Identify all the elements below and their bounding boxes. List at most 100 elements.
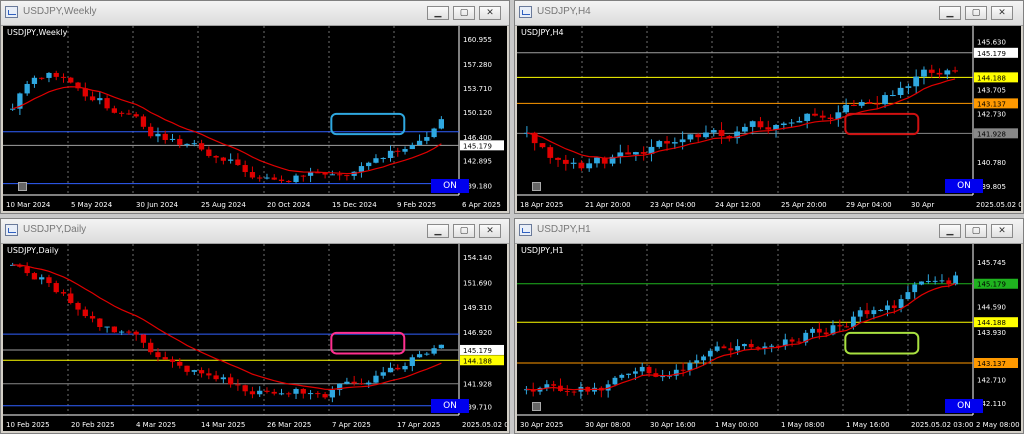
candle: [952, 70, 958, 72]
candle: [878, 309, 884, 311]
candle: [586, 163, 593, 169]
minimize-button[interactable]: ▁: [427, 224, 449, 238]
candle: [402, 365, 408, 370]
price-label: 151.690: [463, 279, 492, 287]
candle: [889, 95, 896, 97]
price-label: 143.137: [977, 360, 1006, 368]
date-label: 20 Feb 2025: [71, 421, 115, 429]
candle: [387, 367, 394, 373]
zone-rectangle: [844, 331, 920, 355]
maximize-button[interactable]: ▢: [453, 224, 475, 238]
window-titlebar[interactable]: USDJPY,H1 ▁ ▢ ✕: [515, 219, 1023, 244]
date-label: 30 Apr 2025: [520, 421, 563, 429]
chart-window-h1[interactable]: USDJPY,H1 ▁ ▢ ✕ 145.745 145.179 144.590 144…: [514, 218, 1024, 434]
candle: [742, 344, 747, 347]
candle: [344, 175, 350, 177]
candle: [874, 103, 881, 105]
candle: [395, 367, 401, 370]
date-label: 9 Feb 2025: [397, 201, 436, 209]
price-chart[interactable]: 154.140 151.690 149.310 146.920 145.179 144.1…: [3, 244, 507, 431]
candle: [913, 76, 920, 87]
candle: [191, 143, 197, 145]
candle: [680, 369, 686, 371]
symbol-label: USDJPY,Daily: [7, 246, 59, 255]
window-titlebar[interactable]: USDJPY,H4 ▁ ▢ ✕: [515, 1, 1023, 26]
chart-window-h4[interactable]: USDJPY,H4 ▁ ▢ ✕ 145.630 145.179 144.188 143…: [514, 0, 1024, 214]
price-chart[interactable]: 145.745 145.179 144.590 144.188 143.930 143.1…: [517, 244, 1021, 431]
candle: [140, 116, 147, 127]
date-label: 25 Apr 20:00: [781, 201, 827, 209]
candle: [858, 102, 865, 106]
price-label: 143.137: [977, 100, 1006, 108]
candle: [594, 157, 600, 164]
chart-window-weekly[interactable]: USDJPY,Weekly ▁ ▢ ✕ 160.955 157.280 153.71…: [0, 0, 510, 214]
candle: [864, 310, 870, 315]
chart-window-icon: [5, 224, 18, 236]
candle: [133, 331, 139, 335]
window-titlebar[interactable]: USDJPY,Daily ▁ ▢ ✕: [1, 219, 509, 244]
close-button[interactable]: ✕: [479, 6, 501, 20]
candle: [431, 128, 437, 138]
candle: [220, 157, 226, 161]
candle: [939, 280, 945, 282]
candle: [257, 390, 263, 395]
on-button[interactable]: ON: [431, 179, 469, 193]
candle: [416, 354, 423, 358]
candle: [694, 360, 700, 363]
maximize-button[interactable]: ▢: [965, 6, 987, 20]
price-label: 142.895: [463, 158, 492, 166]
candle: [177, 361, 183, 366]
candle: [68, 293, 74, 303]
candle: [932, 280, 938, 282]
candle: [126, 113, 132, 115]
candle: [851, 104, 857, 106]
price-chart[interactable]: 160.955 157.280 153.710 150.120 146.400 145.1…: [3, 26, 507, 211]
minimize-button[interactable]: ▁: [427, 6, 449, 20]
window-title: USDJPY,Daily: [23, 224, 87, 235]
candle: [547, 147, 554, 158]
candle: [953, 275, 958, 285]
candle: [162, 133, 168, 140]
candle: [366, 382, 372, 385]
on-button[interactable]: ON: [945, 399, 983, 413]
price-label: 144.188: [463, 357, 492, 365]
candle: [155, 133, 161, 137]
candle: [31, 273, 38, 280]
candle: [235, 159, 241, 166]
candle: [148, 342, 154, 353]
candle: [10, 108, 16, 110]
candle: [409, 357, 415, 366]
scroll-handle-icon[interactable]: [532, 182, 541, 191]
minimize-button[interactable]: ▁: [939, 6, 961, 20]
scroll-handle-icon[interactable]: [532, 402, 541, 411]
price-label: 145.179: [463, 142, 492, 150]
window-title: USDJPY,H4: [537, 6, 591, 17]
date-label: 23 Apr 04:00: [650, 201, 696, 209]
candle: [322, 394, 328, 398]
candle: [198, 370, 205, 374]
candle: [728, 348, 734, 351]
moving-average-line: [526, 78, 956, 159]
candle: [133, 114, 139, 117]
on-button[interactable]: ON: [945, 179, 983, 193]
candle: [148, 126, 154, 137]
candle: [31, 77, 38, 84]
close-button[interactable]: ✕: [991, 224, 1013, 238]
close-button[interactable]: ✕: [991, 6, 1013, 20]
window-title: USDJPY,Weekly: [23, 6, 97, 17]
minimize-button[interactable]: ▁: [939, 224, 961, 238]
maximize-button[interactable]: ▢: [453, 6, 475, 20]
candle: [679, 139, 686, 143]
date-label: 1 May 00:00: [715, 421, 759, 429]
candle: [721, 346, 727, 349]
candle: [898, 299, 904, 309]
price-chart[interactable]: 145.630 145.179 144.188 143.705 143.137 142.7…: [517, 26, 1021, 211]
candle: [104, 98, 110, 109]
chart-window-daily[interactable]: USDJPY,Daily ▁ ▢ ✕ 154.140 151.690 149.310…: [0, 218, 510, 434]
on-button[interactable]: ON: [431, 399, 469, 413]
window-titlebar[interactable]: USDJPY,Weekly ▁ ▢ ✕: [1, 1, 509, 26]
maximize-button[interactable]: ▢: [965, 224, 987, 238]
scroll-handle-icon[interactable]: [18, 182, 27, 191]
close-button[interactable]: ✕: [479, 224, 501, 238]
candle: [358, 166, 365, 172]
